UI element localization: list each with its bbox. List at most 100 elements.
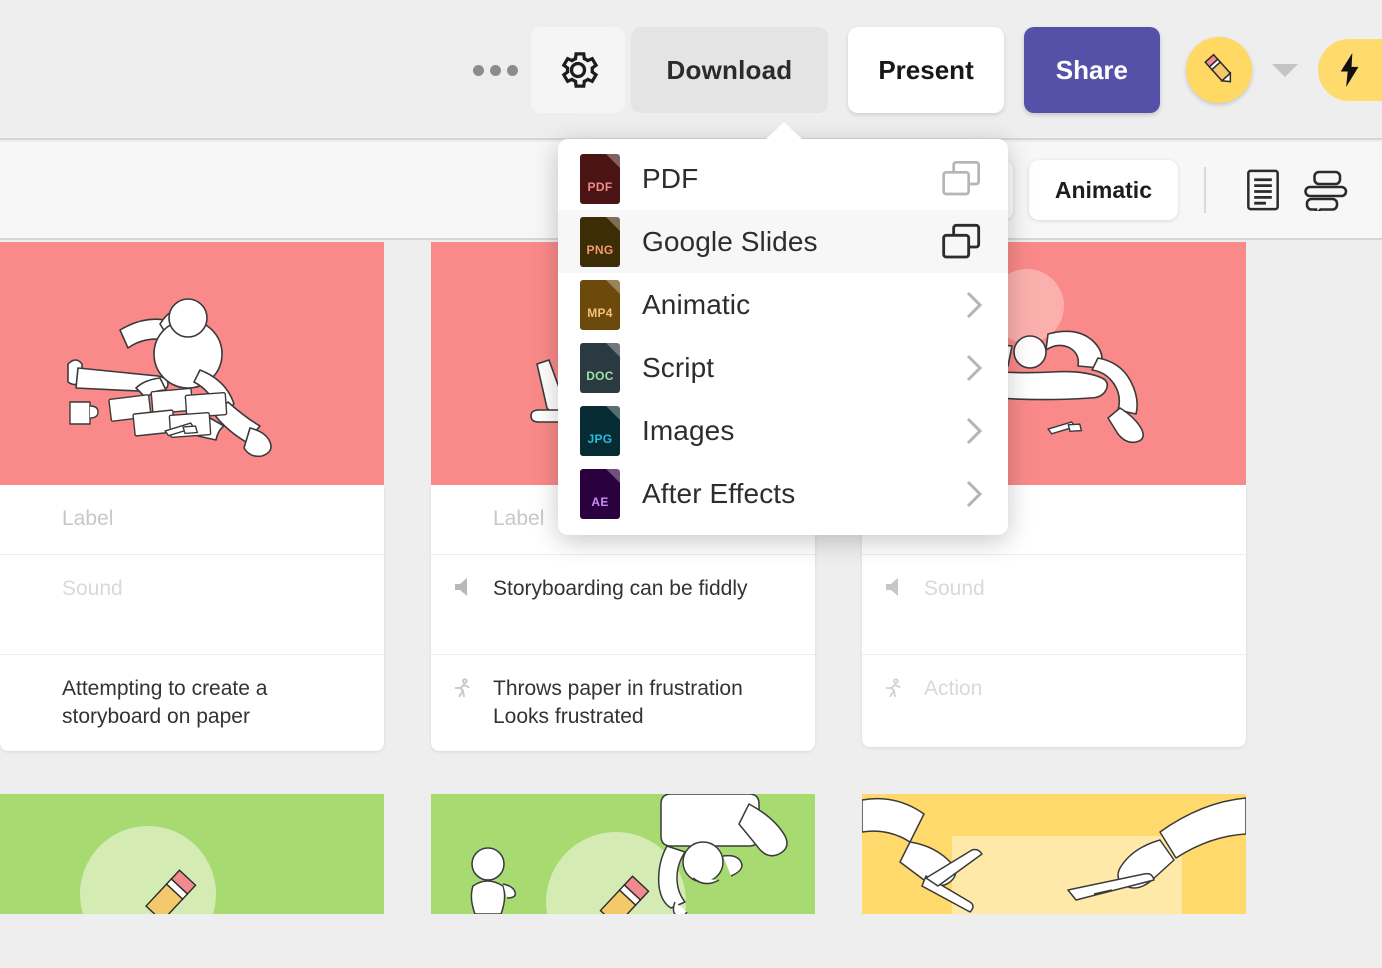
illustration-hands-placing-cards-yellow	[862, 794, 1246, 914]
running-person-icon	[883, 677, 905, 699]
sound-value: Sound	[924, 575, 985, 603]
sound-value: Sound	[62, 575, 123, 603]
menu-item-pdf[interactable]: PDF PDF	[558, 147, 1008, 210]
action-value: Throws paper in frustration Looks frustr…	[493, 675, 743, 731]
action-value: Action	[924, 675, 982, 703]
avatar-dropdown-caret[interactable]	[1272, 64, 1298, 77]
menu-item-images[interactable]: JPG Images	[558, 399, 1008, 462]
action-icon-slot	[880, 675, 908, 699]
page-fold	[606, 343, 620, 357]
share-button-label: Share	[1056, 55, 1128, 86]
page-fold	[606, 406, 620, 420]
comments-icon	[1302, 169, 1348, 211]
tab-animatic[interactable]: Animatic	[1029, 160, 1178, 220]
chevron-slot	[954, 479, 984, 509]
storyboard-frame: Label Sound Attempting to create a story…	[0, 242, 384, 751]
speaker-icon	[883, 577, 905, 597]
frame-illustration[interactable]	[0, 242, 384, 485]
chevron-right-icon	[964, 353, 984, 383]
frame-fields: Label Sound Attempting to create a story…	[0, 485, 384, 751]
frame-illustration[interactable]	[862, 794, 1246, 914]
illustration-person-sitting-with-cards	[0, 242, 384, 485]
label-value: Label	[493, 505, 544, 533]
menu-item-google-slides-label: Google Slides	[642, 226, 918, 258]
download-dropdown-menu: PDF PDF PNG Google Slides	[558, 139, 1008, 535]
sound-icon-slot	[449, 575, 477, 597]
menu-item-animatic[interactable]: MP4 Animatic	[558, 273, 1008, 336]
storyboard-frame	[862, 794, 1246, 914]
page-fold	[606, 280, 620, 294]
dot-icon	[473, 65, 484, 76]
field-sound[interactable]: Sound	[0, 555, 384, 655]
storyboard-row	[0, 794, 1382, 914]
script-view-button[interactable]	[1236, 163, 1290, 217]
page-fold	[606, 217, 620, 231]
png-badge: PNG	[587, 243, 614, 257]
sound-icon-slot	[880, 575, 908, 597]
running-person-icon	[452, 677, 474, 699]
jpg-file-icon: JPG	[580, 406, 620, 456]
chevron-slot	[954, 353, 984, 383]
download-button[interactable]: Download	[631, 27, 829, 113]
duplicate-icon-slot	[940, 159, 984, 199]
app-header: Download Present Share	[0, 0, 1382, 140]
sound-icon-slot	[18, 575, 46, 577]
dot-icon	[490, 65, 501, 76]
speaker-icon	[452, 577, 474, 597]
avatar[interactable]	[1186, 37, 1252, 103]
ae-file-icon: AE	[580, 469, 620, 519]
gear-icon	[555, 47, 601, 93]
menu-pointer	[765, 122, 803, 140]
action-value: Attempting to create a storyboard on pap…	[62, 675, 366, 731]
share-button[interactable]: Share	[1024, 27, 1160, 113]
doc-badge: DOC	[586, 369, 614, 383]
comments-button[interactable]	[1298, 163, 1352, 217]
sound-value: Storyboarding can be fiddly	[493, 575, 748, 603]
frame-illustration[interactable]	[0, 794, 384, 914]
app-root: Download Present Share	[0, 0, 1382, 968]
menu-item-google-slides[interactable]: PNG Google Slides	[558, 210, 1008, 273]
menu-item-after-effects-label: After Effects	[642, 478, 932, 510]
menu-item-images-label: Images	[642, 415, 932, 447]
chevron-slot	[954, 416, 984, 446]
label-icon-slot	[449, 505, 477, 507]
mp4-badge: MP4	[587, 306, 613, 320]
header-actions: Download Present Share	[469, 0, 1382, 140]
toolbar-divider	[1204, 167, 1206, 213]
present-button[interactable]: Present	[848, 27, 1003, 113]
frame-illustration[interactable]	[431, 794, 815, 914]
menu-item-animatic-label: Animatic	[642, 289, 932, 321]
menu-item-script-label: Script	[642, 352, 932, 384]
mp4-file-icon: MP4	[580, 280, 620, 330]
chevron-right-icon	[964, 416, 984, 446]
download-button-label: Download	[667, 55, 793, 86]
settings-button[interactable]	[531, 27, 625, 113]
pencil-icon	[1199, 50, 1239, 90]
script-document-icon	[1243, 168, 1283, 212]
field-action[interactable]: Action	[862, 655, 1246, 747]
field-sound[interactable]: Storyboarding can be fiddly	[431, 555, 815, 655]
jpg-badge: JPG	[588, 432, 613, 446]
upgrade-button[interactable]	[1318, 39, 1382, 101]
illustration-people-with-pencil-green	[431, 794, 815, 914]
field-label[interactable]: Label	[0, 485, 384, 555]
field-action[interactable]: Attempting to create a storyboard on pap…	[0, 655, 384, 751]
label-value: Label	[62, 505, 113, 533]
storyboard-frame	[0, 794, 384, 914]
menu-item-script[interactable]: DOC Script	[558, 336, 1008, 399]
pdf-badge: PDF	[588, 180, 613, 194]
field-action[interactable]: Throws paper in frustration Looks frustr…	[431, 655, 815, 751]
menu-item-after-effects[interactable]: AE After Effects	[558, 462, 1008, 525]
chevron-right-icon	[964, 479, 984, 509]
field-sound[interactable]: Sound	[862, 555, 1246, 655]
action-icon-slot	[449, 675, 477, 699]
more-options-button[interactable]	[469, 43, 523, 97]
chevron-slot	[954, 290, 984, 320]
action-icon-slot	[18, 675, 46, 677]
dot-icon	[507, 65, 518, 76]
storyboard-frame	[431, 794, 815, 914]
lightning-bolt-icon	[1337, 53, 1363, 87]
duplicate-icon	[940, 159, 984, 199]
page-fold	[606, 469, 620, 483]
pdf-file-icon: PDF	[580, 154, 620, 204]
